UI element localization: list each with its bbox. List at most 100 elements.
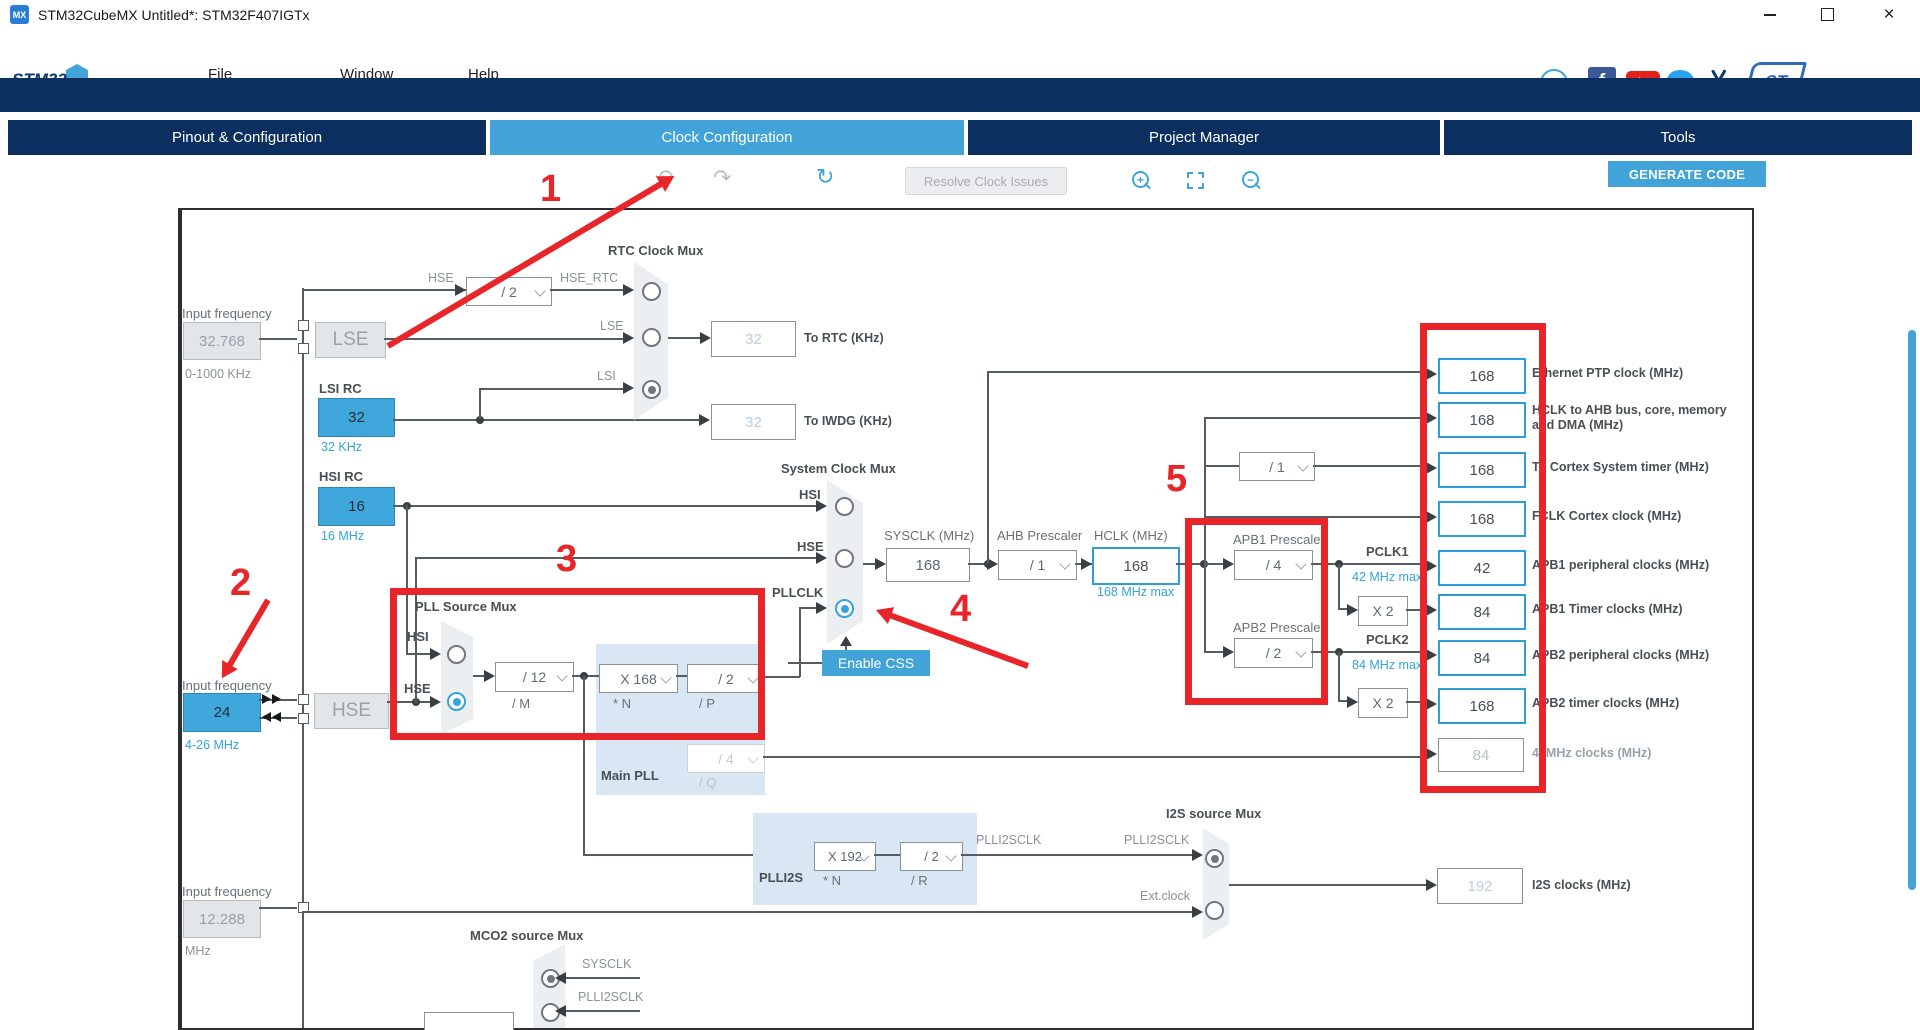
annotation-box-outputs — [1420, 323, 1546, 793]
hclk-value-box[interactable]: 168 — [1092, 547, 1180, 585]
rtc-source-lsi-radio[interactable] — [642, 380, 661, 399]
wire — [799, 607, 816, 609]
maximize-button[interactable] — [1805, 0, 1849, 29]
sysclk-label: SYSCLK (MHz) — [884, 528, 974, 543]
vertical-scrollbar[interactable] — [1908, 330, 1916, 890]
hse-box: HSE — [314, 693, 389, 729]
sysclk-source-pllclk-radio[interactable] — [835, 599, 854, 618]
mco2-source-mux-title: MCO2 source Mux — [470, 928, 583, 943]
i2s-ckin-input-frequency-label: Input frequency — [182, 884, 272, 899]
sysclk-value-box[interactable]: 168 — [886, 548, 970, 582]
mco2-divider-dropdown[interactable] — [424, 1012, 514, 1030]
wire — [302, 911, 1192, 913]
annotation-number-5: 5 — [1166, 458, 1187, 501]
ahb-prescaler-value: / 1 — [1030, 557, 1046, 573]
arrowhead — [272, 712, 281, 722]
cortex-timer-divider-dropdown[interactable]: / 1 — [1239, 452, 1315, 481]
apb2-timer-clock-label: APB2 timer clocks (MHz) — [1532, 696, 1732, 711]
ahb-prescaler-dropdown[interactable]: / 1 — [998, 550, 1077, 580]
wire — [987, 371, 1426, 373]
zoom-out-button[interactable]: − — [1242, 171, 1259, 188]
breadcrumb-current-page[interactable]: Untitled - Clock Configuration — [214, 164, 398, 179]
i2s-source-mux — [1203, 828, 1229, 940]
wire — [479, 388, 481, 419]
app-icon: MX — [10, 5, 29, 24]
close-button[interactable]: × — [1867, 0, 1911, 29]
wire — [1204, 465, 1239, 467]
breadcrumb-mcu[interactable]: STM32F407IGTx — [86, 164, 186, 179]
to-iwdg-label: To IWDG (KHz) — [804, 414, 1004, 429]
connector — [298, 694, 309, 705]
tab-pinout-configuration[interactable]: Pinout & Configuration — [8, 120, 486, 155]
tab-clock-configuration[interactable]: Clock Configuration — [490, 120, 964, 155]
generate-code-button[interactable]: GENERATE CODE — [1608, 161, 1766, 187]
plli2s-n-dropdown[interactable]: X 192 — [814, 842, 876, 871]
cortex-timer-divider-value: / 1 — [1269, 459, 1285, 475]
enable-css-button[interactable]: Enable CSS — [822, 650, 930, 676]
wire — [1229, 884, 1426, 886]
i2s-clocks-value-box: 192 — [1437, 868, 1523, 904]
redo-button[interactable]: ↷ — [713, 165, 731, 191]
wire — [393, 419, 700, 421]
stm32cubemx-window: MX STM32CubeMX Untitled*: STM32F407IGTx … — [0, 0, 1920, 1030]
resolve-clock-issues-button[interactable]: Resolve Clock Issues — [905, 167, 1067, 195]
rtc-source-hse-radio[interactable] — [642, 282, 661, 301]
wire — [1338, 564, 1340, 610]
breadcrumb-separator-icon — [52, 155, 80, 183]
fit-to-screen-button[interactable] — [1187, 172, 1204, 189]
minimize-button[interactable] — [1748, 0, 1792, 29]
sys-hse-label: HSE — [797, 539, 824, 554]
i2s-ext-clock-label: Ext.clock — [1140, 889, 1190, 903]
connector — [298, 343, 309, 354]
apb1-peripheral-clock-label: APB1 peripheral clocks (MHz) — [1532, 558, 1732, 573]
rtc-source-lse-radio[interactable] — [642, 328, 661, 347]
sys-hsi-label: HSI — [799, 487, 821, 502]
hse-rtc-wire-label: HSE_RTC — [560, 271, 618, 285]
wire — [415, 557, 816, 559]
hse-range-label: 4-26 MHz — [185, 738, 239, 752]
header: STM32 CubeMX File Window Help 10 f ST — [0, 30, 1920, 78]
chevron-down-icon — [1059, 558, 1070, 569]
wire — [384, 338, 623, 340]
i2s-ckin-input-frequency-field[interactable]: 12.288 — [183, 900, 261, 938]
wire — [550, 289, 623, 291]
i2s-source-ext-radio[interactable] — [1205, 901, 1224, 920]
plli2s-r-dropdown[interactable]: / 2 — [900, 842, 963, 871]
wire — [1313, 465, 1426, 467]
chevron-down-icon — [534, 285, 545, 296]
i2s-source-plli2sclk-radio[interactable] — [1205, 849, 1224, 868]
tab-tools[interactable]: Tools — [1444, 120, 1912, 155]
connector — [298, 320, 309, 331]
ethernet-ptp-clock-label: Ethernet PTP clock (MHz) — [1532, 366, 1732, 381]
lse-input-frequency-label: Input frequency — [182, 306, 272, 321]
hsi-rc-label: HSI RC — [319, 469, 363, 484]
cortex-timer-clock-label: To Cortex System timer (MHz) — [1532, 460, 1732, 475]
hsi-value-box: 16 — [318, 487, 395, 526]
reset-clock-tree-button[interactable]: ↻ — [816, 164, 834, 190]
breadcrumb-home[interactable]: Home — [16, 164, 51, 179]
connector — [298, 713, 309, 724]
pllq-dropdown[interactable]: / 4 — [687, 744, 765, 773]
clock-48mhz-label: 48MHz clocks (MHz) — [1532, 746, 1732, 761]
arrowhead — [1347, 604, 1358, 616]
plli2s-n-suffix-label: * N — [823, 873, 841, 888]
hse-input-frequency-field[interactable]: 24 — [183, 693, 261, 732]
apb2-peripheral-clock-label: APB2 peripheral clocks (MHz) — [1532, 648, 1732, 663]
lse-input-frequency-field[interactable]: 32.768 — [183, 322, 261, 360]
to-iwdg-value-box: 32 — [711, 404, 796, 440]
i2s-ckin-unit-label: MHz — [185, 944, 211, 958]
apb2-timer-multiplier-box: X 2 — [1358, 688, 1408, 718]
annotation-number-4: 4 — [950, 588, 971, 631]
tab-project-manager[interactable]: Project Manager — [968, 120, 1440, 155]
arrowhead — [1347, 696, 1358, 708]
rtc-clock-mux-title: RTC Clock Mux — [608, 243, 703, 258]
sysclk-source-hsi-radio[interactable] — [835, 497, 854, 516]
zoom-in-button[interactable]: + — [1132, 171, 1149, 188]
sysclk-source-hse-radio[interactable] — [835, 549, 854, 568]
arrowhead — [1426, 879, 1437, 891]
pclk1-label: PCLK1 — [1366, 544, 1409, 559]
annotation-number-1: 1 — [540, 168, 561, 211]
minimize-icon — [1764, 14, 1776, 16]
lse-range-label: 0-1000 KHz — [185, 367, 251, 381]
hclk-max-label: 168 MHz max — [1097, 585, 1174, 599]
